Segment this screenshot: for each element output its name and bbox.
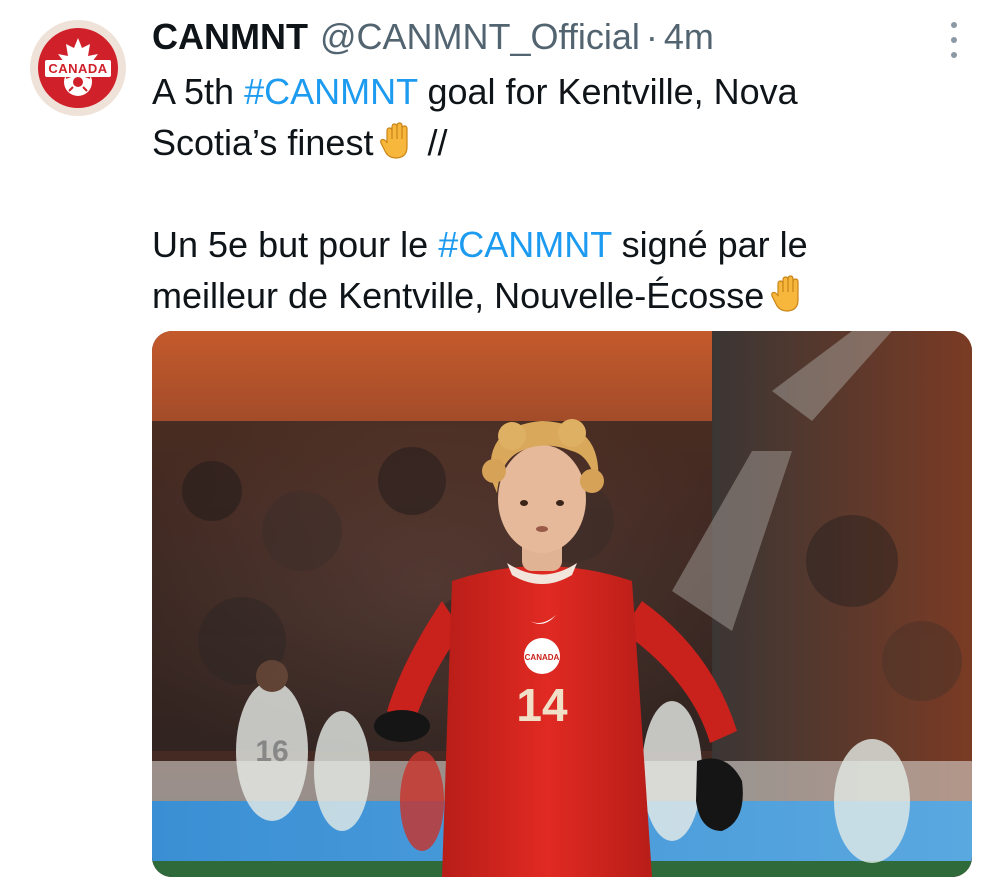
tweet-avatar[interactable]: CANADA	[30, 20, 126, 116]
header-separator: ·	[645, 16, 658, 57]
background-jersey-number: 16	[255, 735, 288, 768]
hashtag-link[interactable]: #CANMNT	[438, 224, 611, 265]
tweet-line-2: Scotia’s finest //	[152, 117, 972, 168]
author-handle[interactable]: @CANMNT_Official	[320, 16, 640, 58]
raised-hand-emoji-icon	[768, 274, 808, 327]
avatar-label: CANADA	[45, 59, 111, 77]
tweet-header: CANMNT @CANMNT_Official · 4m	[152, 14, 714, 60]
more-options-icon[interactable]	[944, 22, 964, 58]
author-name[interactable]: CANMNT	[152, 16, 308, 58]
jersey-number: 14	[516, 679, 568, 731]
tweet-line-4: meilleur de Kentville, Nouvelle-Écosse	[152, 270, 972, 321]
tweet-timestamp[interactable]: 4m	[664, 16, 714, 58]
crest-label: CANADA	[525, 653, 560, 662]
hashtag-link[interactable]: #CANMNT	[244, 71, 417, 112]
tweet-line-1: A 5th #CANMNT goal for Kentville, Nova	[152, 71, 798, 112]
tweet-body: A 5th #CANMNT goal for Kentville, Nova S…	[152, 66, 972, 321]
left-glove-icon	[374, 710, 430, 742]
canada-soccer-logo: CANADA	[38, 28, 118, 108]
tweet-media-photo[interactable]: 16 CANADA 14	[152, 331, 972, 877]
raised-hand-emoji-icon	[377, 121, 417, 174]
tweet-line-3: Un 5e but pour le #CANMNT signé par le	[152, 224, 808, 265]
